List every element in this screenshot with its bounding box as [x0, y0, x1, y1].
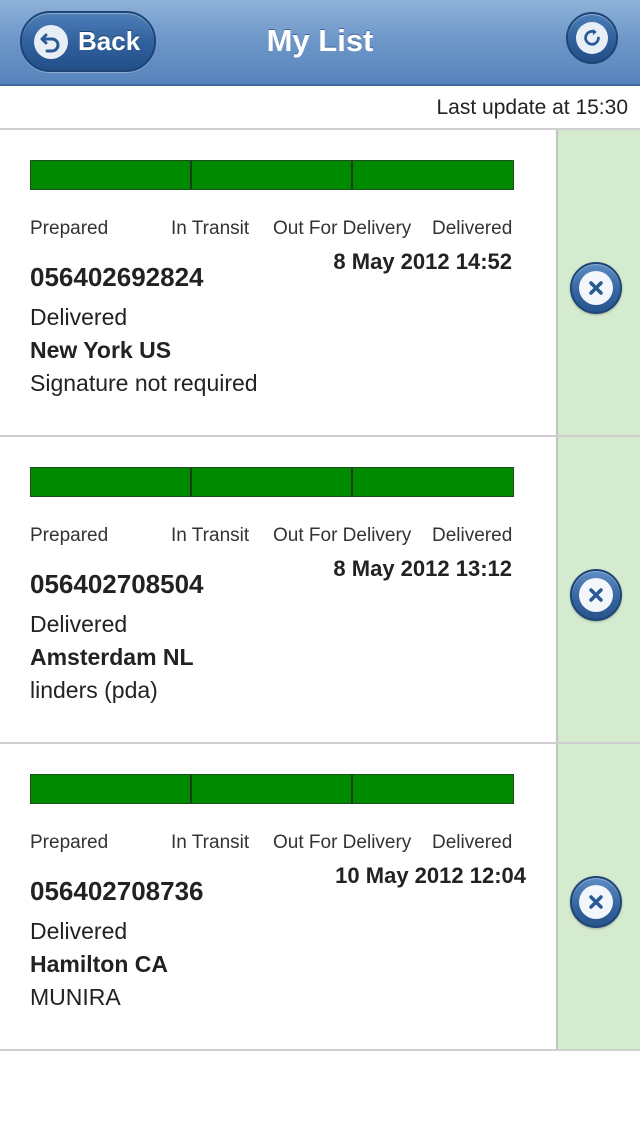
stage-label-out-for-delivery: Out For Delivery [273, 525, 412, 546]
delivery-date: 10 May 2012 12:04 [335, 863, 526, 888]
app-screen: Back My List Last update at 15:30 Prepar… [0, 0, 640, 1136]
delivery-date: 8 May 2012 13:12 [333, 556, 512, 581]
refresh-button[interactable] [566, 12, 618, 64]
delivery-progress-bar [30, 467, 514, 497]
tracking-number: 056402708504 [30, 569, 204, 599]
shipment-status: Delivered [30, 611, 128, 637]
stage-labels: Prepared In Transit Out For Delivery Del… [30, 525, 520, 549]
stage-label-delivered: Delivered [432, 218, 513, 239]
undo-arrow-icon [34, 24, 68, 59]
stage-label-in-transit: In Transit [171, 218, 250, 239]
progress-divider [351, 161, 353, 189]
stage-label-out-for-delivery: Out For Delivery [273, 832, 412, 853]
tracking-number: 056402692824 [30, 262, 204, 292]
shipment-details[interactable]: Prepared In Transit Out For Delivery Del… [0, 744, 556, 1049]
shipment-list: Prepared In Transit Out For Delivery Del… [0, 130, 640, 1051]
shipment-location: Hamilton CA [30, 951, 168, 977]
shipment-details[interactable]: Prepared In Transit Out For Delivery Del… [0, 437, 556, 742]
delivery-date: 8 May 2012 14:52 [333, 249, 512, 274]
shipment-status: Delivered [30, 918, 128, 944]
stage-label-delivered: Delivered [432, 832, 513, 853]
stage-label-out-for-delivery: Out For Delivery [273, 218, 412, 239]
shipment-row[interactable]: Prepared In Transit Out For Delivery Del… [0, 130, 640, 437]
delete-button[interactable] [570, 569, 622, 621]
progress-divider [190, 775, 192, 803]
shipment-status: Delivered [30, 304, 128, 330]
stage-label-in-transit: In Transit [171, 832, 250, 853]
shipment-location: Amsterdam NL [30, 644, 194, 670]
close-circle-icon [579, 885, 613, 919]
shipment-row[interactable]: Prepared In Transit Out For Delivery Del… [0, 744, 640, 1051]
shipment-row[interactable]: Prepared In Transit Out For Delivery Del… [0, 437, 640, 744]
tracking-number: 056402708736 [30, 876, 204, 906]
delivery-progress-bar [30, 160, 514, 190]
close-circle-icon [579, 578, 613, 612]
stage-labels: Prepared In Transit Out For Delivery Del… [30, 218, 520, 242]
close-circle-icon [579, 271, 613, 305]
progress-divider [190, 468, 192, 496]
refresh-icon [576, 22, 608, 54]
stage-label-prepared: Prepared [30, 832, 109, 853]
shipment-details[interactable]: Prepared In Transit Out For Delivery Del… [0, 130, 556, 435]
stage-labels: Prepared In Transit Out For Delivery Del… [30, 832, 520, 856]
delete-button[interactable] [570, 262, 622, 314]
progress-divider [351, 468, 353, 496]
delete-button[interactable] [570, 876, 622, 928]
progress-divider [351, 775, 353, 803]
stage-label-in-transit: In Transit [171, 525, 250, 546]
shipment-note: Signature not required [30, 370, 258, 396]
navigation-bar: Back My List [0, 0, 640, 86]
shipment-note: MUNIRA [30, 984, 121, 1010]
stage-label-delivered: Delivered [432, 525, 513, 546]
delivery-progress-bar [30, 774, 514, 804]
shipment-note: linders (pda) [30, 677, 158, 703]
stage-label-prepared: Prepared [30, 525, 109, 546]
back-button[interactable]: Back [20, 11, 156, 72]
progress-divider [190, 161, 192, 189]
stage-label-prepared: Prepared [30, 218, 109, 239]
back-button-label: Back [78, 26, 141, 56]
shipment-location: New York US [30, 337, 172, 363]
last-update-text: Last update at 15:30 [0, 88, 640, 130]
